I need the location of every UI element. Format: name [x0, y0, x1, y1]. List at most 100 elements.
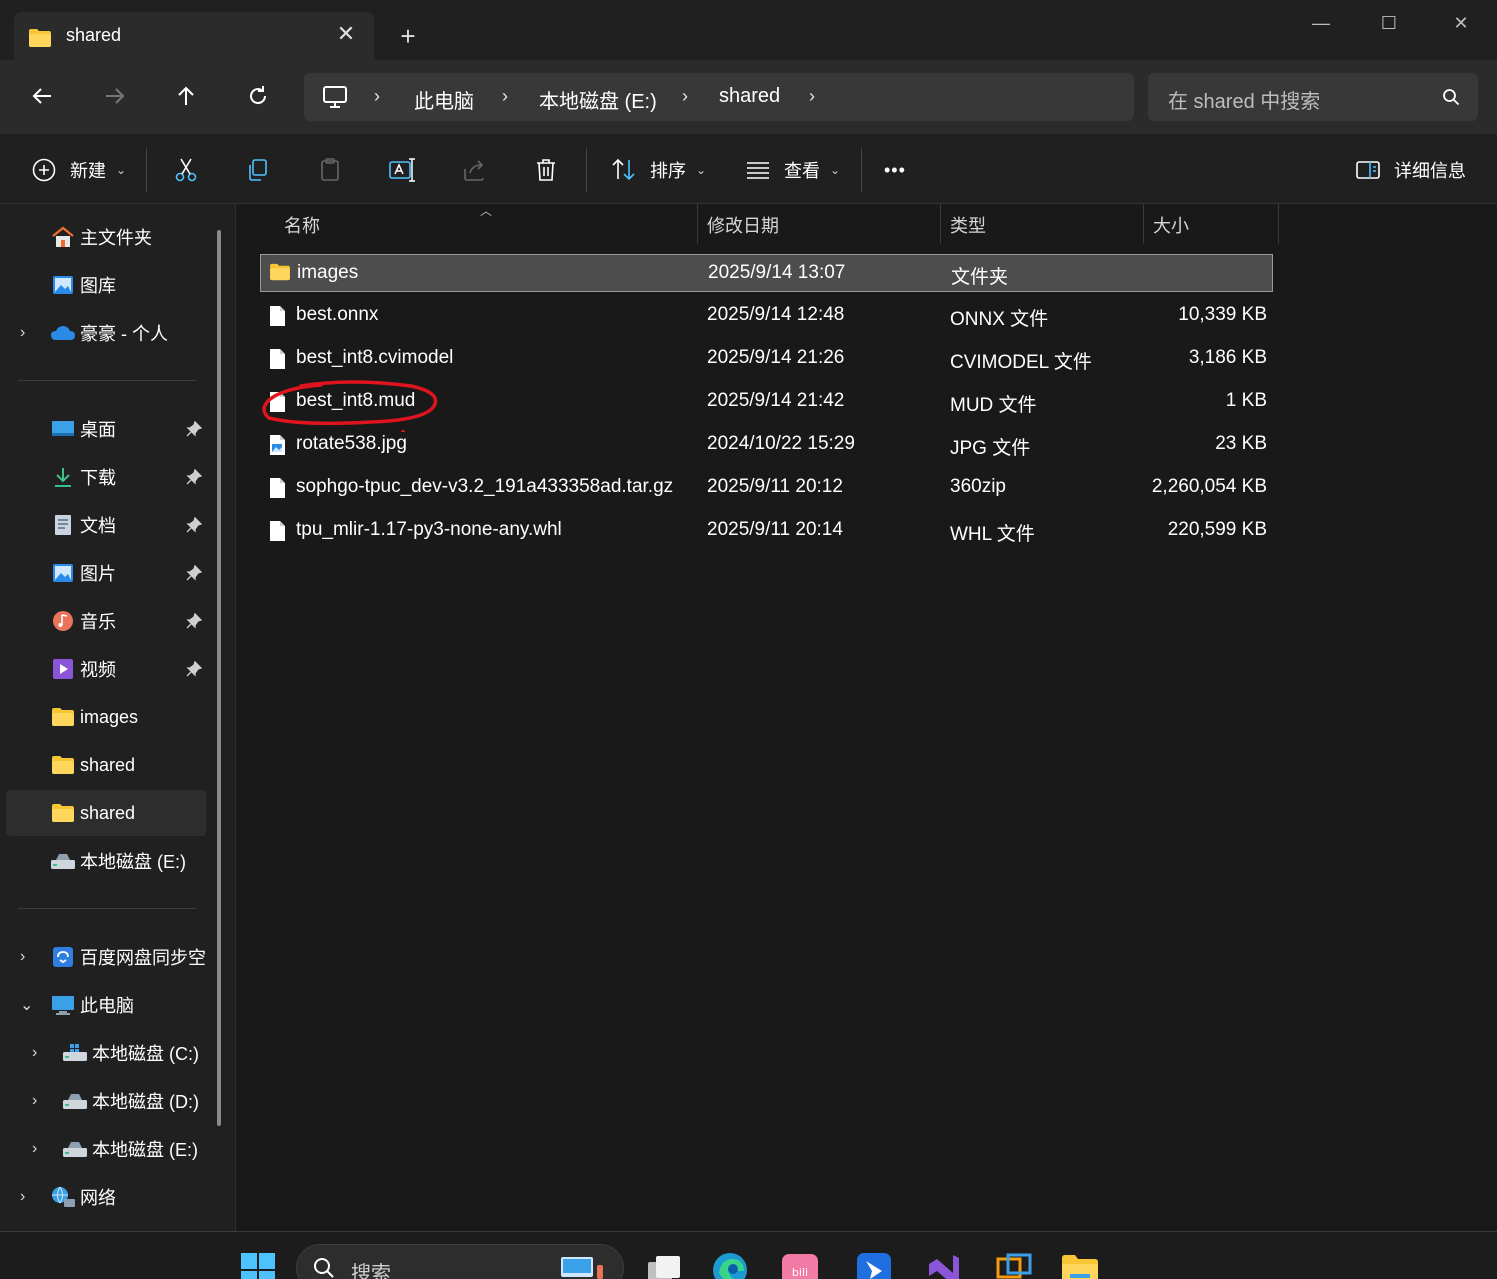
pin-icon[interactable] — [186, 550, 202, 596]
sidebar-item-home[interactable]: 主文件夹 — [50, 214, 152, 260]
scissors-icon — [168, 152, 204, 188]
column-divider[interactable] — [1143, 204, 1144, 244]
chevron-right-icon[interactable]: › — [32, 1092, 62, 1110]
sidebar-item-gallery[interactable]: 图库 — [50, 262, 116, 308]
file-type: CVIMODEL 文件 — [950, 352, 1092, 373]
bilibili-icon[interactable]: bili — [780, 1250, 820, 1279]
column-divider[interactable] — [940, 204, 941, 244]
up-button[interactable] — [166, 76, 206, 116]
search-input[interactable]: 在 shared 中搜索 — [1168, 85, 1320, 114]
download-icon — [50, 465, 76, 489]
sidebar-item-downloads[interactable]: 下载 — [50, 454, 220, 500]
sidebar-scrollbar[interactable] — [217, 230, 221, 1126]
sidebar-item-images[interactable]: images — [50, 694, 138, 740]
new-tab-button[interactable]: + — [392, 20, 424, 52]
sidebar-item-pictures[interactable]: 图片 — [50, 550, 220, 596]
sidebar-item-shared-selected[interactable]: shared — [6, 790, 206, 836]
pin-icon[interactable] — [186, 454, 202, 500]
sidebar-item-network[interactable]: › 网络 — [20, 1174, 116, 1220]
sidebar-item-videos[interactable]: 视频 — [50, 646, 220, 692]
rename-button[interactable] — [384, 150, 420, 190]
file-row-best-int8-cvimodel[interactable]: best_int8.cvimodel 2025/9/14 21:26 CVIMO… — [260, 340, 1273, 378]
chevron-right-icon[interactable]: › — [20, 324, 50, 342]
sidebar-item-this-pc[interactable]: ⌄ 此电脑 — [20, 982, 134, 1028]
file-explorer-icon[interactable] — [1060, 1250, 1100, 1279]
pin-icon[interactable] — [186, 646, 202, 692]
baidu-sync-icon — [50, 945, 76, 969]
chevron-right-icon[interactable]: › — [32, 1044, 62, 1062]
file-name: images — [297, 262, 359, 283]
file-row-best-onnx[interactable]: best.onnx 2025/9/14 12:48 ONNX 文件 10,339… — [260, 297, 1273, 335]
pin-icon[interactable] — [186, 502, 202, 548]
taskbar-search-input[interactable]: 搜索 — [351, 1257, 391, 1279]
sidebar-item-drive-e-tree[interactable]: › 本地磁盘 (E:) — [32, 1126, 198, 1172]
details-pane-button[interactable]: 详细信息 — [1350, 150, 1466, 190]
file-row-sophgo-tpuc[interactable]: sophgo-tpuc_dev-v3.2_191a433358ad.tar.gz… — [260, 469, 1273, 507]
feishu-icon[interactable] — [854, 1250, 894, 1279]
edge-icon[interactable] — [710, 1250, 750, 1279]
back-button[interactable] — [22, 76, 62, 116]
file-size: 10,339 KB — [1178, 304, 1267, 325]
breadcrumb-drive-e[interactable]: 本地磁盘 (E:) — [539, 85, 657, 114]
breadcrumb-shared[interactable]: shared — [719, 85, 780, 108]
column-header-type[interactable]: 类型 — [950, 204, 1140, 246]
task-view-icon[interactable] — [644, 1250, 684, 1279]
taskbar-search[interactable]: 搜索 — [296, 1244, 624, 1279]
file-row-rotate538-jpg[interactable]: rotate538.jpg 2024/10/22 15:29 JPG 文件 23… — [260, 426, 1273, 464]
chevron-down-icon: ⌄ — [116, 163, 127, 177]
file-date: 2025/9/14 21:26 — [707, 347, 845, 368]
file-row-best-int8-mud[interactable]: best_int8.mud 2025/9/14 21:42 MUD 文件 1 K… — [260, 383, 1273, 421]
chevron-right-icon[interactable]: › — [32, 1140, 62, 1158]
minimize-button[interactable]: — — [1296, 8, 1346, 38]
forward-button[interactable] — [95, 76, 135, 116]
maximize-button[interactable]: ☐ — [1364, 8, 1414, 38]
tab-shared[interactable]: shared ✕ — [14, 12, 374, 60]
more-options-button[interactable]: ••• — [884, 150, 906, 190]
column-header-size[interactable]: 大小 — [1153, 204, 1273, 246]
pin-icon[interactable] — [186, 406, 202, 452]
sidebar-item-desktop[interactable]: 桌面 — [50, 406, 220, 452]
tab-title: shared — [66, 25, 122, 45]
chevron-down-icon[interactable]: ⌄ — [20, 995, 50, 1015]
column-header-date[interactable]: 修改日期 — [707, 204, 937, 246]
visual-studio-icon[interactable] — [924, 1250, 964, 1279]
file-name: sophgo-tpuc_dev-v3.2_191a433358ad.tar.gz — [296, 476, 674, 497]
new-button[interactable]: 新建 ⌄ — [26, 150, 126, 190]
music-icon — [50, 609, 76, 633]
divider — [18, 908, 196, 909]
sidebar-item-music[interactable]: 音乐 — [50, 598, 220, 644]
cut-button[interactable] — [168, 150, 204, 190]
breadcrumb-this-pc[interactable]: 此电脑 — [414, 85, 474, 114]
sidebar-item-shared[interactable]: shared — [50, 742, 135, 788]
close-window-button[interactable]: ✕ — [1436, 8, 1486, 38]
view-button[interactable]: 查看 ⌄ — [740, 150, 840, 190]
remote-desktop-icon[interactable] — [994, 1250, 1034, 1279]
delete-button[interactable] — [528, 150, 564, 190]
chevron-right-icon[interactable]: › — [20, 948, 50, 966]
add-circle-icon — [26, 152, 62, 188]
file-row-images[interactable]: images 2025/9/14 13:07 文件夹 — [260, 254, 1273, 292]
sort-button[interactable]: 排序 ⌄ — [606, 150, 706, 190]
column-header-name[interactable]: 名称 — [284, 204, 694, 246]
file-row-tpu-mlir-whl[interactable]: tpu_mlir-1.17-py3-none-any.whl 2025/9/11… — [260, 512, 1273, 550]
search-box[interactable]: 在 shared 中搜索 — [1148, 73, 1478, 121]
sidebar-item-documents[interactable]: 文档 — [50, 502, 220, 548]
start-icon[interactable] — [238, 1250, 278, 1279]
address-bar[interactable]: › 此电脑 › 本地磁盘 (E:) › shared › — [304, 73, 1134, 121]
copy-button[interactable] — [240, 150, 276, 190]
sidebar-item-drive-e[interactable]: 本地磁盘 (E:) — [50, 838, 186, 884]
chevron-right-icon[interactable]: › — [809, 86, 815, 107]
pin-icon[interactable] — [186, 598, 202, 644]
chevron-right-icon: › — [682, 86, 688, 106]
sidebar-item-drive-d[interactable]: › 本地磁盘 (D:) — [32, 1078, 199, 1124]
sidebar-item-baidu-sync[interactable]: › 百度网盘同步空 — [20, 934, 206, 980]
column-divider[interactable] — [1278, 204, 1279, 244]
sidebar-item-drive-c[interactable]: › 本地磁盘 (C:) — [32, 1030, 199, 1076]
column-divider[interactable] — [697, 204, 698, 244]
sidebar-item-onedrive[interactable]: › 豪豪 - 个人 — [20, 310, 168, 356]
paste-button[interactable] — [312, 150, 348, 190]
chevron-right-icon[interactable]: › — [20, 1188, 50, 1206]
refresh-button[interactable] — [238, 76, 278, 116]
share-button[interactable] — [456, 150, 492, 190]
close-tab-icon[interactable]: ✕ — [332, 20, 360, 48]
